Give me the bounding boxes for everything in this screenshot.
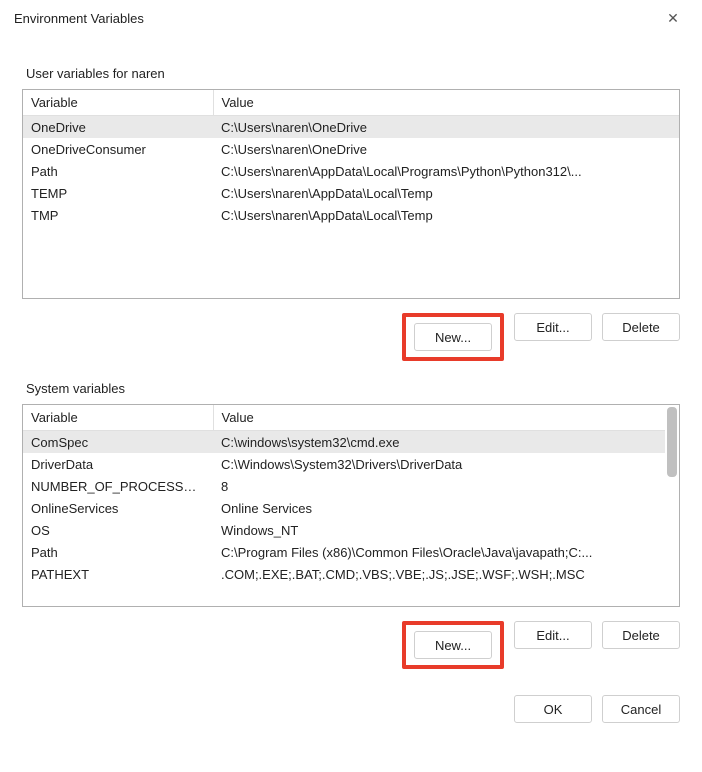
cell-variable: Path bbox=[23, 541, 213, 563]
user-variables-label: User variables for naren bbox=[26, 66, 680, 81]
cell-variable: OneDrive bbox=[23, 116, 213, 139]
cell-variable: NUMBER_OF_PROCESSORS bbox=[23, 475, 213, 497]
sys-edit-button[interactable]: Edit... bbox=[514, 621, 592, 649]
sys-new-button[interactable]: New... bbox=[414, 631, 492, 659]
cancel-button[interactable]: Cancel bbox=[602, 695, 680, 723]
table-row[interactable]: TEMPC:\Users\naren\AppData\Local\Temp bbox=[23, 182, 679, 204]
cell-value: C:\Users\naren\AppData\Local\Programs\Py… bbox=[213, 160, 679, 182]
user-button-row: New... Edit... Delete bbox=[22, 313, 680, 361]
system-variables-table[interactable]: Variable Value ComSpecC:\windows\system3… bbox=[22, 404, 680, 607]
table-row[interactable]: PathC:\Program Files (x86)\Common Files\… bbox=[23, 541, 665, 563]
user-col-value[interactable]: Value bbox=[213, 90, 679, 116]
table-row[interactable]: TMPC:\Users\naren\AppData\Local\Temp bbox=[23, 204, 679, 226]
system-variables-group: System variables Variable Value ComSpecC… bbox=[22, 381, 680, 669]
highlight-sys-new: New... bbox=[402, 621, 504, 669]
cell-variable: OS bbox=[23, 519, 213, 541]
system-variables-label: System variables bbox=[26, 381, 680, 396]
sys-col-variable[interactable]: Variable bbox=[23, 405, 213, 431]
window-title: Environment Variables bbox=[14, 11, 144, 26]
system-button-row: New... Edit... Delete bbox=[22, 621, 680, 669]
titlebar: Environment Variables ✕ bbox=[0, 0, 702, 36]
cell-variable: Path bbox=[23, 160, 213, 182]
cell-value: Windows_NT bbox=[213, 519, 665, 541]
user-delete-button[interactable]: Delete bbox=[602, 313, 680, 341]
cell-variable: OnlineServices bbox=[23, 497, 213, 519]
user-new-button[interactable]: New... bbox=[414, 323, 492, 351]
user-variables-group: User variables for naren Variable Value … bbox=[22, 66, 680, 361]
table-row[interactable]: DriverDataC:\Windows\System32\Drivers\Dr… bbox=[23, 453, 665, 475]
ok-button[interactable]: OK bbox=[514, 695, 592, 723]
cell-value: C:\Users\naren\OneDrive bbox=[213, 116, 679, 139]
cell-variable: TMP bbox=[23, 204, 213, 226]
cell-value: Online Services bbox=[213, 497, 665, 519]
table-row[interactable]: OnlineServicesOnline Services bbox=[23, 497, 665, 519]
table-row[interactable]: OneDriveC:\Users\naren\OneDrive bbox=[23, 116, 679, 139]
table-row[interactable]: ComSpecC:\windows\system32\cmd.exe bbox=[23, 431, 665, 454]
table-row[interactable]: PATHEXT.COM;.EXE;.BAT;.CMD;.VBS;.VBE;.JS… bbox=[23, 563, 665, 585]
table-row[interactable]: OneDriveConsumerC:\Users\naren\OneDrive bbox=[23, 138, 679, 160]
cell-value: C:\windows\system32\cmd.exe bbox=[213, 431, 665, 454]
cell-variable: ComSpec bbox=[23, 431, 213, 454]
cell-value: C:\Windows\System32\Drivers\DriverData bbox=[213, 453, 665, 475]
sys-delete-button[interactable]: Delete bbox=[602, 621, 680, 649]
cell-variable: PATHEXT bbox=[23, 563, 213, 585]
cell-value: 8 bbox=[213, 475, 665, 497]
user-edit-button[interactable]: Edit... bbox=[514, 313, 592, 341]
cell-value: .COM;.EXE;.BAT;.CMD;.VBS;.VBE;.JS;.JSE;.… bbox=[213, 563, 665, 585]
cell-variable: OneDriveConsumer bbox=[23, 138, 213, 160]
highlight-user-new: New... bbox=[402, 313, 504, 361]
cell-value: C:\Users\naren\OneDrive bbox=[213, 138, 679, 160]
table-row[interactable]: OSWindows_NT bbox=[23, 519, 665, 541]
scrollbar-thumb[interactable] bbox=[667, 407, 677, 477]
cell-value: C:\Users\naren\AppData\Local\Temp bbox=[213, 204, 679, 226]
dialog-content: User variables for naren Variable Value … bbox=[0, 36, 702, 737]
close-icon[interactable]: ✕ bbox=[658, 11, 688, 25]
dialog-footer: OK Cancel bbox=[22, 695, 680, 723]
cell-value: C:\Users\naren\AppData\Local\Temp bbox=[213, 182, 679, 204]
cell-value: C:\Program Files (x86)\Common Files\Orac… bbox=[213, 541, 665, 563]
user-col-variable[interactable]: Variable bbox=[23, 90, 213, 116]
user-variables-table[interactable]: Variable Value OneDriveC:\Users\naren\On… bbox=[22, 89, 680, 299]
sys-col-value[interactable]: Value bbox=[213, 405, 665, 431]
cell-variable: DriverData bbox=[23, 453, 213, 475]
table-row[interactable]: PathC:\Users\naren\AppData\Local\Program… bbox=[23, 160, 679, 182]
cell-variable: TEMP bbox=[23, 182, 213, 204]
table-row[interactable]: NUMBER_OF_PROCESSORS8 bbox=[23, 475, 665, 497]
